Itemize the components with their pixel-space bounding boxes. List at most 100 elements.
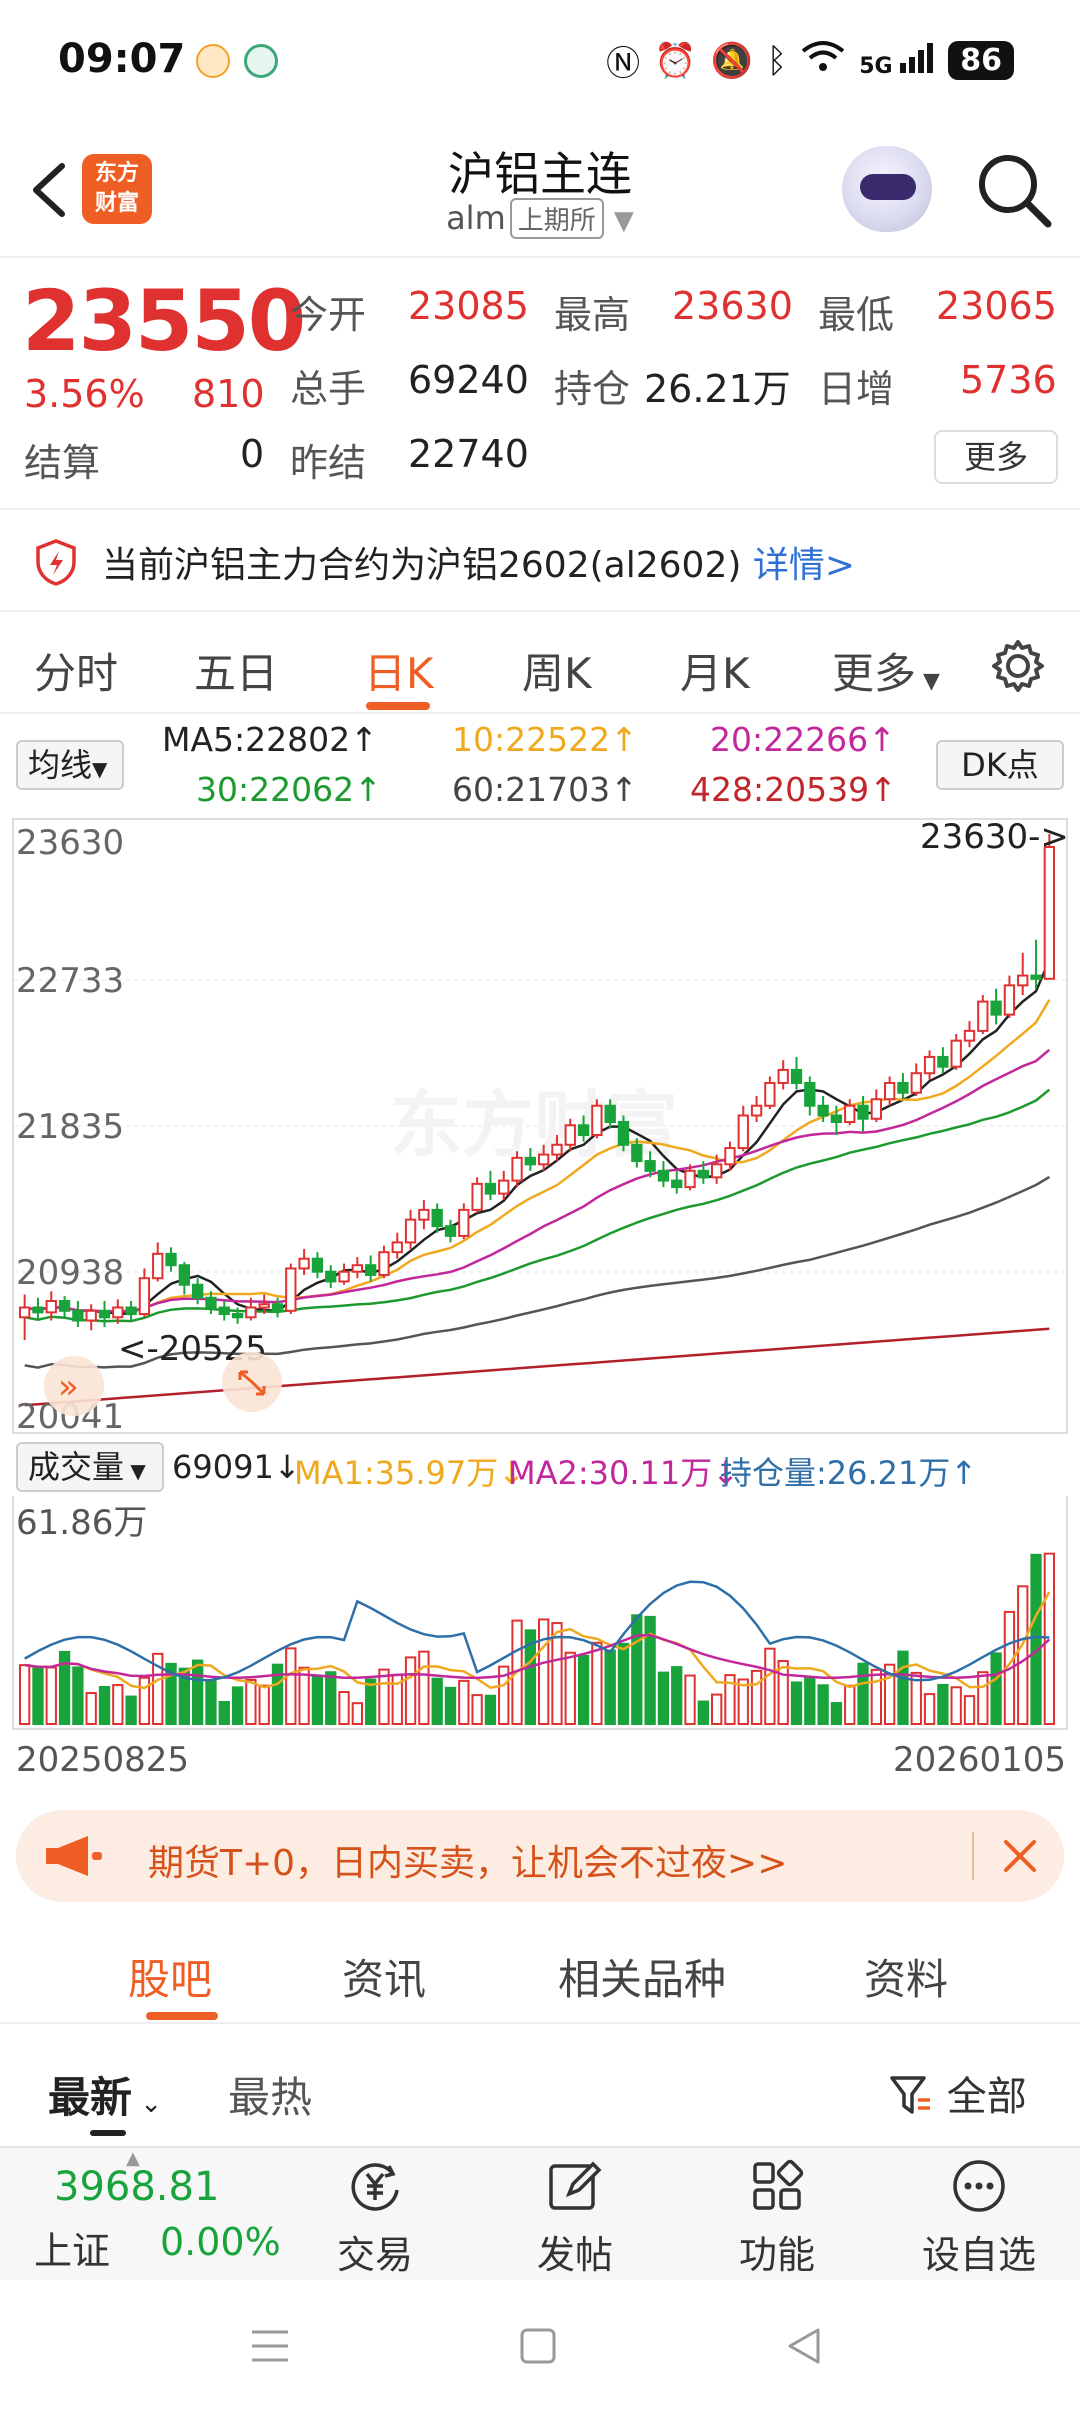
nav-trade[interactable]: 交易	[300, 2148, 450, 2282]
filter-icon	[890, 2076, 930, 2114]
volume-bar	[750, 1669, 763, 1725]
volume-bar	[804, 1676, 816, 1725]
tab-news[interactable]: 资讯	[342, 1946, 426, 2007]
candle	[697, 1169, 710, 1179]
volume-bar	[72, 1666, 84, 1725]
filter-all-label: 全部	[946, 2074, 1027, 2120]
edit-post-icon	[549, 2161, 602, 2210]
candle	[458, 1208, 470, 1237]
shield-alert-icon	[36, 539, 76, 586]
candle	[498, 1179, 510, 1195]
mute-icon: 🔕	[710, 40, 753, 81]
promo-banner[interactable]: 期货T+0，日内买卖，让机会不过夜>>	[16, 1810, 1064, 1902]
open-value: 23085	[408, 284, 529, 328]
close-icon[interactable]	[1000, 1836, 1040, 1876]
volume-current: 69091↓	[172, 1448, 301, 1486]
tab-daily-k[interactable]: 日K	[364, 640, 434, 701]
candle	[564, 1124, 576, 1146]
volume-bar	[950, 1686, 962, 1726]
tab-info[interactable]: 资料	[864, 1946, 948, 2007]
candle	[657, 1169, 670, 1182]
kline-chart[interactable]: 东方财富 2363022733218352093820041 23630-> <…	[12, 817, 1069, 1437]
candle	[1030, 974, 1042, 980]
dk-point-button[interactable]: DK点	[936, 740, 1064, 790]
main-contract-notice[interactable]: 当前沪铝主力合约为沪铝2602(al2602) 详情>	[0, 508, 1080, 612]
content-tabs: 股吧 资讯 相关品种 资料	[0, 1920, 1080, 2024]
settings-gear-icon[interactable]	[990, 638, 1046, 694]
volume-label: 总手	[290, 367, 367, 411]
indicator-selector[interactable]: 均线▼	[16, 740, 124, 790]
volume-bar	[364, 1678, 377, 1725]
index-name: 上证	[34, 2229, 111, 2273]
volume-bar	[444, 1686, 457, 1725]
candle	[285, 1267, 297, 1312]
volume-bar	[378, 1668, 390, 1725]
back-nav-icon[interactable]	[784, 2326, 824, 2366]
candle	[32, 1306, 44, 1314]
candle	[790, 1068, 803, 1084]
ma5-value: MA5:22802↑	[162, 720, 378, 759]
nfc-icon: Ⓝ	[606, 44, 641, 84]
volume-bar	[311, 1676, 324, 1726]
volume-bar	[285, 1647, 297, 1725]
menu-icon[interactable]	[248, 2326, 292, 2366]
volume-chart[interactable]: 61.86万	[12, 1496, 1068, 1730]
candle	[883, 1081, 896, 1101]
assistant-robot-icon[interactable]	[842, 146, 932, 232]
network-type: 5G	[859, 53, 893, 79]
volume-bar	[617, 1642, 630, 1725]
tab-forum[interactable]: 股吧	[128, 1946, 212, 2007]
candle	[58, 1300, 71, 1312]
candle	[724, 1147, 736, 1166]
volume-bar	[671, 1666, 683, 1725]
volume-bar	[404, 1656, 417, 1725]
volume-bar	[298, 1666, 310, 1725]
candle	[152, 1252, 164, 1280]
index-ticker[interactable]: ▲ 3968.81 上证 0.00%	[0, 2148, 290, 2282]
nav-post-label: 发帖	[536, 2233, 613, 2277]
candle	[258, 1303, 270, 1309]
daily-increase-value: 5736	[960, 358, 1057, 402]
megaphone-icon	[46, 1836, 102, 1876]
tab-related[interactable]: 相关品种	[558, 1946, 726, 2007]
candle	[671, 1179, 683, 1189]
tab-monthly-k[interactable]: 月K	[680, 640, 750, 701]
volume-bar	[231, 1686, 244, 1726]
more-quote-button[interactable]: 更多	[934, 430, 1058, 484]
candle	[85, 1309, 97, 1322]
sub-indicator-selector[interactable]: 成交量 ▼	[16, 1442, 164, 1492]
nav-add-watchlist[interactable]: 设自选	[904, 2148, 1054, 2282]
tab-five-day[interactable]: 五日	[194, 640, 278, 701]
volume-bar	[830, 1702, 843, 1725]
active-tab-indicator	[366, 702, 430, 710]
settle-label: 结算	[24, 441, 101, 485]
candle	[644, 1160, 656, 1172]
candle	[378, 1251, 390, 1276]
active-content-tab-indicator	[146, 2012, 218, 2020]
filter-all[interactable]: 全部	[888, 2064, 1027, 2122]
candle	[18, 1306, 31, 1319]
search-button[interactable]	[972, 148, 1056, 232]
volume-bar	[18, 1664, 31, 1725]
candle	[537, 1153, 550, 1166]
nav-functions[interactable]: 功能	[702, 2148, 852, 2282]
sort-hot[interactable]: 最热	[228, 2064, 312, 2125]
notice-text: 当前沪铝主力合约为沪铝2602(al2602) 详情>	[102, 536, 855, 588]
index-value: 3968.81	[54, 2164, 220, 2210]
candle	[45, 1300, 57, 1314]
tab-weekly-k[interactable]: 周K	[522, 640, 592, 701]
candle	[577, 1124, 590, 1137]
indicator-selector-label: 均线	[28, 746, 93, 784]
sort-latest[interactable]: 最新 ⌄	[48, 2064, 162, 2125]
tab-intraday[interactable]: 分时	[34, 640, 118, 701]
chart-period-tabs: 分时 五日 日K 周K 月K 更多 ▼	[0, 618, 1080, 714]
tab-more[interactable]: 更多 ▼	[832, 640, 940, 701]
candle	[218, 1306, 230, 1316]
exchange-tag: 上期所	[509, 198, 604, 239]
details-link[interactable]: 详情>	[753, 545, 855, 586]
home-icon[interactable]	[518, 2326, 558, 2366]
candle	[910, 1072, 922, 1094]
nav-post[interactable]: 发帖	[500, 2148, 650, 2282]
change-percent: 3.56%	[24, 372, 145, 416]
volume-bar	[431, 1677, 443, 1726]
